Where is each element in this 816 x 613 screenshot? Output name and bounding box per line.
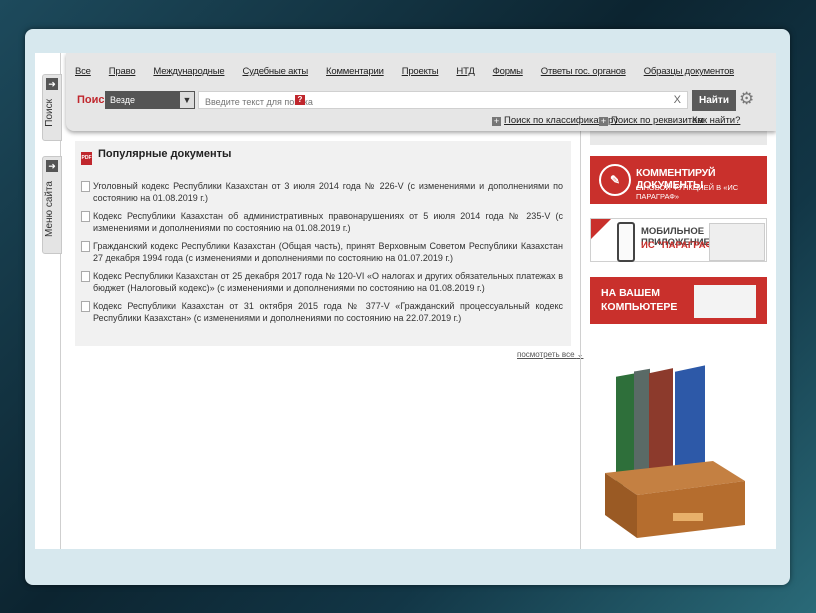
mobile-app-banner[interactable]: МОБИЛЬНОЕ ПРИЛОЖЕНИЕ ИС "ПАРАГРАФ" » [590,218,767,262]
document-link[interactable]: Кодекс Республики Казахстан от 31 октябр… [93,301,563,323]
document-link[interactable]: Уголовный кодекс Республики Казахстан от… [93,181,563,203]
how-to-find-label[interactable]: Как найти? [692,115,740,126]
list-item[interactable]: Кодекс Республики Казахстан от 25 декабр… [81,270,563,294]
expand-arrow-icon: ➜ [46,78,58,90]
nav-link-gov-answers[interactable]: Ответы гос. органов [541,66,626,77]
nav-link-law[interactable]: Право [109,66,136,77]
requisites-search-label[interactable]: Поиск по реквизитам [611,115,704,126]
phone-icon [617,222,635,262]
comment-documents-banner[interactable]: ✎ КОММЕНТИРУЙ ДОКУМЕНТЫ С НОВОЙ ФУНКЦИЕЙ… [590,156,767,204]
document-link[interactable]: Кодекс Республики Казахстан об администр… [93,211,563,233]
chevron-down-icon[interactable]: ▼ [180,92,194,108]
search-scope-value: Везде [110,95,135,105]
banner-subtitle: С НОВОЙ ФУНКЦИЕЙ В «ИС ПАРАГРАФ» [636,183,739,201]
nav-link-forms[interactable]: Формы [493,66,523,77]
side-tabs: ➜ Поиск ➜ Меню сайта [35,53,62,549]
nav-link-doc-samples[interactable]: Образцы документов [644,66,735,77]
document-icon [81,181,90,192]
requisites-search-link[interactable]: + Поиск по реквизитам [599,115,704,126]
document-icon [81,241,90,252]
list-item[interactable]: Гражданский кодекс Республики Казахстан … [81,240,563,264]
browser-screenshot: ➜ Поиск ➜ Меню сайта Все Право Международн… [35,53,776,549]
plus-icon: + [599,116,608,126]
search-box: ? X [198,91,688,111]
nav-link-international[interactable]: Международные [153,66,224,77]
books-box-image [605,365,745,538]
nav-link-comments[interactable]: Комментарии [326,66,384,77]
document-link[interactable]: Гражданский кодекс Республики Казахстан … [93,241,563,263]
nav-link-court-acts[interactable]: Судебные акты [242,66,308,77]
search-scope-select[interactable]: Везде ▼ [105,91,195,109]
document-icon [81,211,90,222]
help-icon[interactable]: ? [295,95,305,105]
plus-icon: + [492,116,501,126]
right-column-top [590,131,767,145]
popular-heading: PDF Популярные документы [81,148,231,165]
app-screenshot-image [694,285,756,318]
list-item[interactable]: Кодекс Республики Казахстан об администр… [81,210,563,234]
nav-link-projects[interactable]: Проекты [402,66,439,77]
clear-icon[interactable]: X [674,94,681,106]
banner-title: НА ВАШЕМ КОМПЬЮТЕРЕ [601,286,677,314]
side-tab-search-label: Поиск [44,99,55,127]
list-item[interactable]: Уголовный кодекс Республики Казахстан от… [81,180,563,204]
desktop-banner[interactable]: НА ВАШЕМ КОМПЬЮТЕРЕ [590,277,767,324]
see-all-label: посмотреть все [517,350,575,359]
banner-title-line1: НА ВАШЕМ [601,287,661,299]
search-input[interactable] [199,93,647,111]
expand-arrow-icon: ➜ [46,160,58,172]
search-panel: Все Право Международные Судебные акты Коммен… [66,53,776,131]
category-nav: Все Право Международные Судебные акты Коммен… [75,66,734,77]
app-screenshot-image [709,223,765,261]
see-all-link[interactable]: посмотреть все ⌄ [517,350,583,359]
gear-icon[interactable]: ⚙ [739,89,754,109]
popular-documents-panel: PDF Популярные документы Уголовный кодекс… [75,141,571,346]
side-tab-menu[interactable]: ➜ Меню сайта [42,156,62,254]
find-button[interactable]: Найти [692,90,736,111]
document-icon [81,301,90,312]
document-link[interactable]: Кодекс Республики Казахстан от 25 декабр… [93,271,563,293]
side-tab-menu-label: Меню сайта [44,181,55,237]
list-item[interactable]: Кодекс Республики Казахстан от 31 октябр… [81,300,563,324]
side-tab-search[interactable]: ➜ Поиск [42,74,62,141]
popular-list: Уголовный кодекс Республики Казахстан от… [81,180,563,330]
comment-bubble-icon: ✎ [599,164,631,196]
new-ribbon-icon [591,219,611,239]
document-icon [81,271,90,282]
nav-link-ntd[interactable]: НТД [456,66,474,77]
popular-title: Популярные документы [98,148,232,160]
banner-title-line2: КОМПЬЮТЕРЕ [601,301,678,313]
pdf-icon: PDF [81,152,92,165]
column-divider [580,131,581,549]
nav-link-all[interactable]: Все [75,66,91,77]
how-to-find-link[interactable]: Как найти? [692,115,740,126]
